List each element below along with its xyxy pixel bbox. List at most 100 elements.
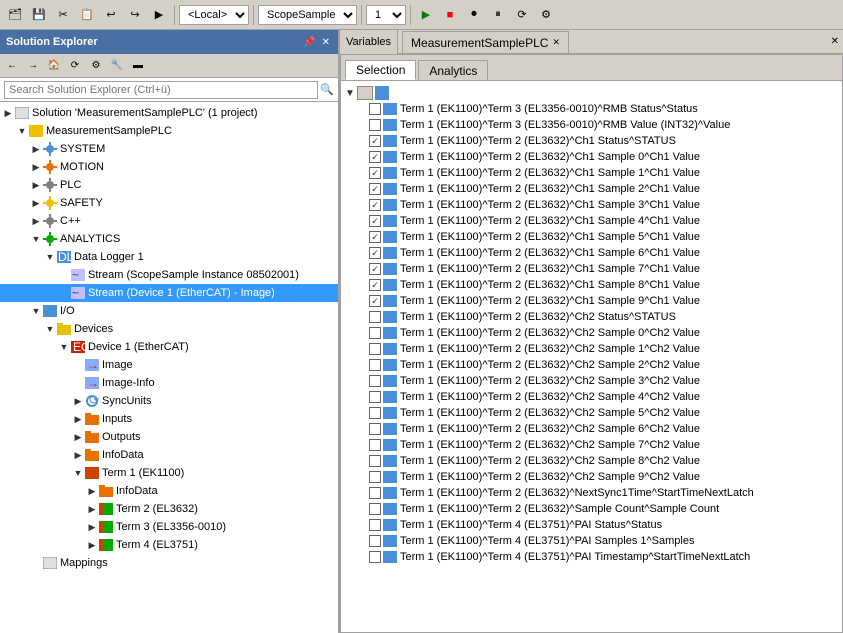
- toolbar-btn-5[interactable]: ↩: [100, 4, 122, 26]
- tree-item-system[interactable]: ▶SYSTEM: [0, 140, 338, 158]
- toolbar-btn-4[interactable]: 📋: [76, 4, 98, 26]
- var-row-20[interactable]: Term 1 (EK1100)^Term 2 (EL3632)^Ch2 Samp…: [345, 421, 838, 437]
- tree-item-term1[interactable]: ▼Term 1 (EK1100): [0, 464, 338, 482]
- tree-item-infodata[interactable]: ▶InfoData: [0, 446, 338, 464]
- expand-icon-datalogger1[interactable]: ▼: [44, 251, 56, 263]
- var-checkbox-0[interactable]: [369, 103, 381, 115]
- expand-icon-outputs[interactable]: ▶: [72, 431, 84, 443]
- tree-item-image-info[interactable]: →Image-Info: [0, 374, 338, 392]
- expand-icon-cpp[interactable]: ▶: [30, 215, 42, 227]
- expand-icon-devices[interactable]: ▼: [44, 323, 56, 335]
- var-checkbox-8[interactable]: [369, 231, 381, 243]
- var-checkbox-4[interactable]: [369, 167, 381, 179]
- var-row-14[interactable]: Term 1 (EK1100)^Term 2 (EL3632)^Ch2 Samp…: [345, 325, 838, 341]
- expand-icon-mappings[interactable]: [30, 557, 42, 569]
- record-btn[interactable]: ⏺: [463, 4, 485, 26]
- var-checkbox-18[interactable]: [369, 391, 381, 403]
- se-search-input[interactable]: [4, 81, 318, 99]
- var-checkbox-6[interactable]: [369, 199, 381, 211]
- var-checkbox-3[interactable]: [369, 151, 381, 163]
- expand-icon-infodata2[interactable]: ▶: [86, 485, 98, 497]
- main-tab-label[interactable]: MeasurementSamplePLC: [411, 36, 548, 50]
- var-row-21[interactable]: Term 1 (EK1100)^Term 2 (EL3632)^Ch2 Samp…: [345, 437, 838, 453]
- var-checkbox-2[interactable]: [369, 135, 381, 147]
- var-row-15[interactable]: Term 1 (EK1100)^Term 2 (EL3632)^Ch2 Samp…: [345, 341, 838, 357]
- tree-item-inputs[interactable]: ▶Inputs: [0, 410, 338, 428]
- tree-item-motion[interactable]: ▶MOTION: [0, 158, 338, 176]
- right-panel-close[interactable]: ✕: [831, 36, 839, 47]
- toolbar-btn-7[interactable]: ▶: [148, 4, 170, 26]
- tree-item-term3[interactable]: ▶Term 3 (EL3356-0010): [0, 518, 338, 536]
- expand-icon-analytics[interactable]: ▼: [30, 233, 42, 245]
- tab-analytics[interactable]: Analytics: [418, 60, 488, 80]
- var-row-8[interactable]: Term 1 (EK1100)^Term 2 (EL3632)^Ch1 Samp…: [345, 229, 838, 245]
- tree-item-stream2[interactable]: ~Stream (Device 1 (EtherCAT) - Image): [0, 284, 338, 302]
- var-row-28[interactable]: Term 1 (EK1100)^Term 4 (EL3751)^PAI Time…: [345, 549, 838, 565]
- se-pin-icon[interactable]: 📌: [301, 36, 317, 49]
- expand-icon-term3[interactable]: ▶: [86, 521, 98, 533]
- var-checkbox-7[interactable]: [369, 215, 381, 227]
- var-row-0[interactable]: Term 1 (EK1100)^Term 3 (EL3356-0010)^RMB…: [345, 101, 838, 117]
- toolbar-btn-2[interactable]: 💾: [28, 4, 50, 26]
- var-checkbox-20[interactable]: [369, 423, 381, 435]
- expand-icon-solution[interactable]: ▶: [2, 107, 14, 119]
- tree-item-datalogger1[interactable]: ▼DLData Logger 1: [0, 248, 338, 266]
- se-refresh[interactable]: ⟳: [65, 57, 85, 75]
- toolbar-btn-3[interactable]: ✂: [52, 4, 74, 26]
- expand-icon-infodata[interactable]: ▶: [72, 449, 84, 461]
- toolbar-btn-1[interactable]: 🗂: [4, 4, 26, 26]
- expand-icon-io[interactable]: ▼: [30, 305, 42, 317]
- var-row-6[interactable]: Term 1 (EK1100)^Term 2 (EL3632)^Ch1 Samp…: [345, 197, 838, 213]
- expand-icon-term2[interactable]: ▶: [86, 503, 98, 515]
- var-row-1[interactable]: Term 1 (EK1100)^Term 3 (EL3356-0010)^RMB…: [345, 117, 838, 133]
- var-row-3[interactable]: Term 1 (EK1100)^Term 2 (EL3632)^Ch1 Samp…: [345, 149, 838, 165]
- expand-icon-term4[interactable]: ▶: [86, 539, 98, 551]
- var-row-16[interactable]: Term 1 (EK1100)^Term 2 (EL3632)^Ch2 Samp…: [345, 357, 838, 373]
- toolbar-btn-a[interactable]: ⏸: [487, 4, 509, 26]
- var-row-22[interactable]: Term 1 (EK1100)^Term 2 (EL3632)^Ch2 Samp…: [345, 453, 838, 469]
- var-checkbox-1[interactable]: [369, 119, 381, 131]
- var-row-24[interactable]: Term 1 (EK1100)^Term 2 (EL3632)^NextSync…: [345, 485, 838, 501]
- tree-item-devices[interactable]: ▼Devices: [0, 320, 338, 338]
- var-checkbox-21[interactable]: [369, 439, 381, 451]
- tree-item-stream1[interactable]: ~Stream (ScopeSample Instance 08502001): [0, 266, 338, 284]
- var-checkbox-19[interactable]: [369, 407, 381, 419]
- var-checkbox-22[interactable]: [369, 455, 381, 467]
- var-row-13[interactable]: Term 1 (EK1100)^Term 2 (EL3632)^Ch2 Stat…: [345, 309, 838, 325]
- expand-icon-image-info[interactable]: [72, 377, 84, 389]
- toolbar-btn-c[interactable]: ⚙: [535, 4, 557, 26]
- var-checkbox-27[interactable]: [369, 535, 381, 547]
- tree-item-term2[interactable]: ▶Term 2 (EL3632): [0, 500, 338, 518]
- var-checkbox-9[interactable]: [369, 247, 381, 259]
- tree-item-plc[interactable]: ▶PLC: [0, 176, 338, 194]
- var-row-7[interactable]: Term 1 (EK1100)^Term 2 (EL3632)^Ch1 Samp…: [345, 213, 838, 229]
- scope-dropdown[interactable]: ScopeSample: [258, 5, 357, 25]
- tree-item-analytics[interactable]: ▼ANALYTICS: [0, 230, 338, 248]
- var-checkbox-10[interactable]: [369, 263, 381, 275]
- se-nav-fwd[interactable]: →: [23, 57, 43, 75]
- expand-icon-stream2[interactable]: [58, 287, 70, 299]
- tree-item-image[interactable]: →Image: [0, 356, 338, 374]
- instance-dropdown[interactable]: 1: [366, 5, 406, 25]
- var-checkbox-17[interactable]: [369, 375, 381, 387]
- var-checkbox-23[interactable]: [369, 471, 381, 483]
- se-home[interactable]: 🏠: [44, 57, 64, 75]
- toolbar-btn-6[interactable]: ↪: [124, 4, 146, 26]
- expand-icon-measurement[interactable]: ▼: [16, 125, 28, 137]
- toolbar-btn-b[interactable]: ⟳: [511, 4, 533, 26]
- var-checkbox-14[interactable]: [369, 327, 381, 339]
- var-row-2[interactable]: Term 1 (EK1100)^Term 2 (EL3632)^Ch1 Stat…: [345, 133, 838, 149]
- tree-item-infodata2[interactable]: ▶InfoData: [0, 482, 338, 500]
- tree-item-measurement[interactable]: ▼MeasurementSamplePLC: [0, 122, 338, 140]
- var-row-12[interactable]: Term 1 (EK1100)^Term 2 (EL3632)^Ch1 Samp…: [345, 293, 838, 309]
- stop-btn[interactable]: ■: [439, 4, 461, 26]
- expand-icon-plc[interactable]: ▶: [30, 179, 42, 191]
- tab-selection[interactable]: Selection: [345, 60, 416, 80]
- tree-item-safety[interactable]: ▶SAFETY: [0, 194, 338, 212]
- var-row-5[interactable]: Term 1 (EK1100)^Term 2 (EL3632)^Ch1 Samp…: [345, 181, 838, 197]
- local-dropdown[interactable]: <Local>: [179, 5, 249, 25]
- expand-icon-term1[interactable]: ▼: [72, 467, 84, 479]
- var-checkbox-15[interactable]: [369, 343, 381, 355]
- expand-icon-device1[interactable]: ▼: [58, 341, 70, 353]
- se-nav-back[interactable]: ←: [2, 57, 22, 75]
